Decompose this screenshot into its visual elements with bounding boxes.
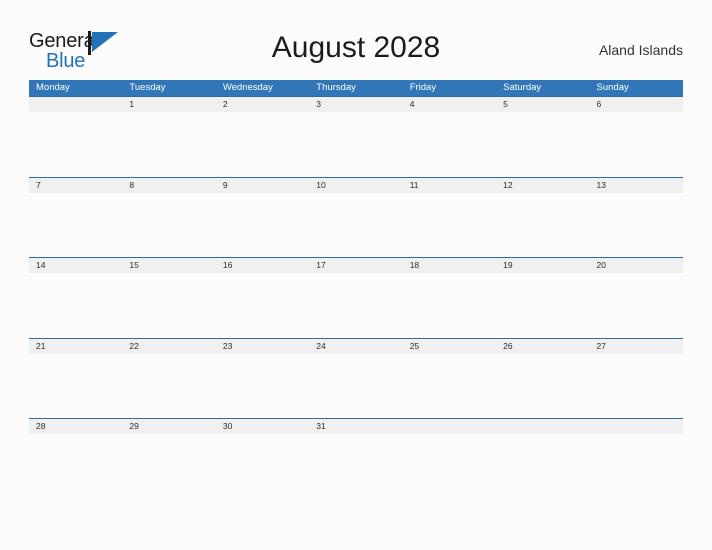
day-cell[interactable]: [403, 419, 496, 434]
day-cell[interactable]: 24: [309, 339, 402, 354]
week-note-area[interactable]: [29, 192, 683, 258]
weekday-header-sunday: Sunday: [596, 82, 629, 93]
week-date-band: 28 29 30 31: [29, 419, 683, 434]
week-date-band: 14 15 16 17 18 19 20: [29, 258, 683, 273]
week-note-area[interactable]: [29, 112, 683, 177]
day-cell[interactable]: 9: [216, 178, 309, 193]
day-cell[interactable]: 26: [496, 339, 589, 354]
day-cell[interactable]: 4: [403, 97, 496, 112]
day-cell[interactable]: 16: [216, 258, 309, 273]
day-cell[interactable]: 19: [496, 258, 589, 273]
week-row: 28 29 30 31: [29, 418, 683, 499]
week-row: 1 2 3 4 5 6: [29, 96, 683, 177]
day-cell[interactable]: 21: [29, 339, 122, 354]
day-cell[interactable]: 31: [309, 419, 402, 434]
day-cell[interactable]: 25: [403, 339, 496, 354]
weekday-header-row: Monday Tuesday Wednesday Thursday Friday…: [29, 80, 683, 96]
day-cell[interactable]: 27: [590, 339, 683, 354]
day-cell[interactable]: 22: [122, 339, 215, 354]
day-cell[interactable]: 30: [216, 419, 309, 434]
day-cell[interactable]: 11: [403, 178, 496, 193]
week-row: 14 15 16 17 18 19 20: [29, 257, 683, 338]
week-date-band: 7 8 9 10 11 12 13: [29, 177, 683, 193]
week-date-band: 1 2 3 4 5 6: [29, 97, 683, 112]
day-cell[interactable]: 10: [309, 178, 402, 193]
day-cell[interactable]: [29, 97, 122, 112]
page-header: General Blue August 2028 Aland Islands: [0, 20, 712, 76]
day-cell[interactable]: 1: [122, 97, 215, 112]
day-cell[interactable]: 3: [309, 97, 402, 112]
day-cell[interactable]: 14: [29, 258, 122, 273]
location-label: Aland Islands: [598, 42, 683, 58]
day-cell[interactable]: 15: [122, 258, 215, 273]
day-cell[interactable]: [496, 419, 589, 434]
week-row: 7 8 9 10 11 12 13: [29, 176, 683, 258]
day-cell[interactable]: 29: [122, 419, 215, 434]
week-row: 21 22 23 24 25 26 27: [29, 337, 683, 419]
weekday-header-monday: Monday: [36, 82, 70, 93]
day-cell[interactable]: [590, 419, 683, 434]
week-date-band: 21 22 23 24 25 26 27: [29, 338, 683, 354]
day-cell[interactable]: 6: [590, 97, 683, 112]
weekday-header-saturday: Saturday: [503, 82, 542, 93]
calendar-page: General Blue August 2028 Aland Islands M…: [0, 0, 712, 550]
calendar-grid: Monday Tuesday Wednesday Thursday Friday…: [29, 80, 683, 499]
day-cell[interactable]: 13: [590, 178, 683, 193]
day-cell[interactable]: 23: [216, 339, 309, 354]
week-note-area[interactable]: [29, 353, 683, 419]
day-cell[interactable]: 17: [309, 258, 402, 273]
weekday-header-friday: Friday: [409, 82, 437, 93]
weekday-header-wednesday: Wednesday: [222, 82, 273, 93]
week-note-area[interactable]: [29, 273, 683, 338]
day-cell[interactable]: 12: [496, 178, 589, 193]
day-cell[interactable]: 2: [216, 97, 309, 112]
day-cell[interactable]: 18: [403, 258, 496, 273]
week-note-area[interactable]: [29, 434, 683, 499]
day-cell[interactable]: 20: [590, 258, 683, 273]
weekday-header-tuesday: Tuesday: [129, 82, 166, 93]
day-cell[interactable]: 8: [122, 178, 215, 193]
day-cell[interactable]: 7: [29, 178, 122, 193]
day-cell[interactable]: 28: [29, 419, 122, 434]
weekday-header-thursday: Thursday: [316, 82, 356, 93]
day-cell[interactable]: 5: [496, 97, 589, 112]
